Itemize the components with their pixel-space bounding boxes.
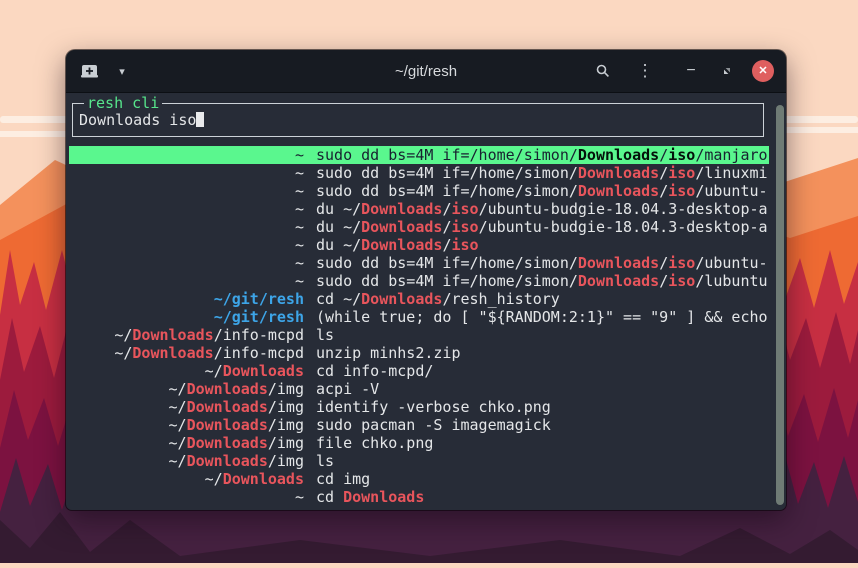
history-row[interactable]: ~/Downloads/imgls (69, 452, 769, 470)
row-command: identify -verbose chko.png (304, 398, 769, 416)
history-row[interactable]: ~du ~/Downloads/iso/ubuntu-budgie-18.04.… (69, 218, 769, 236)
row-cwd: ~/git/resh (69, 290, 304, 308)
history-row[interactable]: ~/git/reshcd ~/Downloads/resh_history (69, 290, 769, 308)
history-row[interactable]: ~cd Downloads (69, 488, 769, 506)
row-cwd: ~ (69, 236, 304, 254)
history-row[interactable]: ~sudo dd bs=4M if=/home/simon/Downloads/… (69, 182, 769, 200)
row-cwd: ~/Downloads/img (69, 434, 304, 452)
row-command: du ~/Downloads/iso (304, 236, 769, 254)
scrollbar-thumb[interactable] (776, 105, 784, 505)
row-command: sudo dd bs=4M if=/home/simon/Downloads/i… (304, 164, 769, 182)
row-command: (while true; do [ "${RANDOM:2:1}" == "9"… (304, 308, 769, 326)
row-command: sudo dd bs=4M if=/home/simon/Downloads/i… (304, 272, 769, 290)
search-icon (595, 63, 611, 79)
close-icon: ✕ (758, 60, 767, 82)
row-cwd: ~/Downloads (69, 470, 304, 488)
close-button[interactable]: ✕ (752, 60, 774, 82)
history-row[interactable]: ~sudo dd bs=4M if=/home/simon/Downloads/… (69, 164, 769, 182)
history-row[interactable]: ~/Downloadscd info-mcpd/ (69, 362, 769, 380)
row-cwd: ~/Downloads/info-mcpd (69, 344, 304, 362)
minimize-button[interactable]: − (679, 58, 703, 84)
search-query-text: Downloads iso (79, 111, 196, 129)
row-cwd: ~/Downloads/img (69, 452, 304, 470)
history-row[interactable]: ~du ~/Downloads/iso (69, 236, 769, 254)
row-cwd: ~/Downloads/info-mcpd (69, 326, 304, 344)
history-row[interactable]: ~sudo dd bs=4M if=/home/simon/Downloads/… (69, 254, 769, 272)
history-row[interactable]: ~/Downloadscd img (69, 470, 769, 488)
row-command: sudo pacman -S imagemagick (304, 416, 769, 434)
history-row[interactable]: ~/Downloads/imgacpi -V (69, 380, 769, 398)
row-command: cd ~/Downloads/resh_history (304, 290, 769, 308)
row-command: du ~/Downloads/iso/ubuntu-budgie-18.04.3… (304, 200, 769, 218)
row-command: cd Downloads (304, 488, 769, 506)
row-command: ls (304, 452, 769, 470)
chevron-down-icon: ▾ (119, 65, 125, 78)
history-row[interactable]: ~/Downloads/info-mcpdunzip minhs2.zip (69, 344, 769, 362)
history-row-selected[interactable]: ~sudo dd bs=4M if=/home/simon/Downloads/… (69, 146, 769, 164)
resh-search-panel[interactable]: resh cli Downloads iso (72, 103, 764, 137)
terminal-content: resh cli Downloads iso ~sudo dd bs=4M if… (66, 103, 786, 519)
row-command: cd info-mcpd/ (304, 362, 769, 380)
row-command: unzip minhs2.zip (304, 344, 769, 362)
row-cwd: ~ (69, 182, 304, 200)
history-row[interactable]: ~/git/resh(while true; do [ "${RANDOM:2:… (69, 308, 769, 326)
row-command: sudo dd bs=4M if=/home/simon/Downloads/i… (304, 254, 769, 272)
row-cwd: ~ (69, 488, 304, 506)
row-cwd: ~/git/resh (69, 308, 304, 326)
history-row[interactable]: ~sudo dd bs=4M if=/home/simon/Downloads/… (69, 272, 769, 290)
kebab-menu-icon: ⋮ (637, 61, 654, 81)
row-cwd: ~/Downloads/img (69, 398, 304, 416)
minimize-icon: − (686, 62, 695, 80)
row-cwd: ~/Downloads (69, 362, 304, 380)
row-command: sudo dd bs=4M if=/home/simon/Downloads/i… (304, 182, 769, 200)
history-row[interactable]: ~/Downloads/imgfile chko.png (69, 434, 769, 452)
row-cwd: ~/Downloads/img (69, 380, 304, 398)
new-tab-button[interactable] (78, 58, 102, 84)
restore-icon (721, 65, 733, 77)
row-command: acpi -V (304, 380, 769, 398)
menu-button[interactable]: ⋮ (633, 58, 657, 84)
titlebar[interactable]: ▾ ~/git/resh ⋮ − (66, 50, 786, 93)
search-panel-title: resh cli (84, 94, 162, 113)
tab-dropdown-button[interactable]: ▾ (110, 58, 134, 84)
search-button[interactable] (591, 58, 615, 84)
scrollbar[interactable] (776, 105, 784, 515)
row-command: du ~/Downloads/iso/ubuntu-budgie-18.04.3… (304, 218, 769, 236)
row-cwd: ~ (69, 164, 304, 182)
row-cwd: ~ (69, 254, 304, 272)
history-row[interactable]: ~/Downloads/info-mcpdls (69, 326, 769, 344)
row-command: sudo dd bs=4M if=/home/simon/Downloads/i… (304, 146, 769, 164)
row-command: file chko.png (304, 434, 769, 452)
text-cursor (196, 112, 204, 127)
row-cwd: ~ (69, 200, 304, 218)
row-command: ls (304, 326, 769, 344)
terminal-window: ▾ ~/git/resh ⋮ − (66, 50, 786, 510)
restore-button[interactable] (715, 58, 739, 84)
new-tab-icon (80, 63, 100, 79)
row-cwd: ~ (69, 218, 304, 236)
row-cwd: ~ (69, 272, 304, 290)
history-row[interactable]: ~/Downloads/imgidentify -verbose chko.pn… (69, 398, 769, 416)
row-cwd: ~ (69, 146, 304, 164)
history-list: ~sudo dd bs=4M if=/home/simon/Downloads/… (69, 146, 769, 506)
search-input[interactable]: Downloads iso (73, 104, 763, 129)
row-cwd: ~/Downloads/img (69, 416, 304, 434)
history-row[interactable]: ~du ~/Downloads/iso/ubuntu-budgie-18.04.… (69, 200, 769, 218)
row-command: cd img (304, 470, 769, 488)
history-row[interactable]: ~/Downloads/imgsudo pacman -S imagemagic… (69, 416, 769, 434)
